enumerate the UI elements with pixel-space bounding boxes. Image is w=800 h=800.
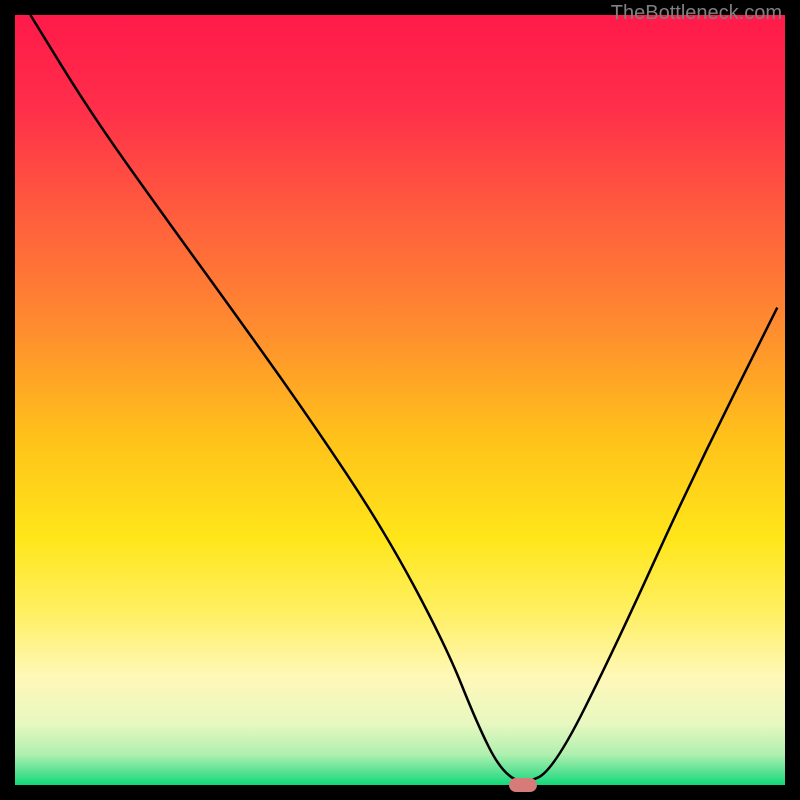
chart-plot-area: [15, 15, 785, 785]
bottleneck-curve: [15, 15, 785, 785]
optimal-marker: [509, 778, 537, 792]
watermark-text: TheBottleneck.com: [611, 2, 782, 25]
